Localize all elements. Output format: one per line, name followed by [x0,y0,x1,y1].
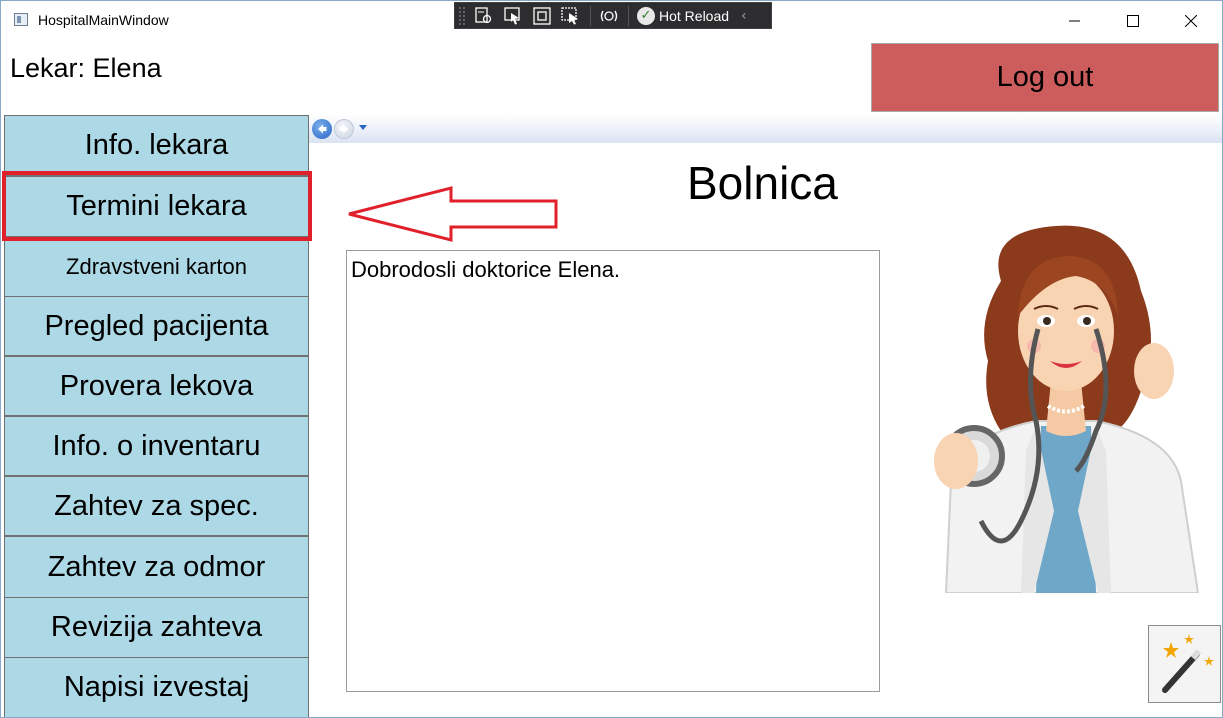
highlight-box [2,171,312,241]
toolbar-separator [628,5,629,26]
close-button[interactable] [1162,1,1220,41]
forward-button[interactable] [334,119,354,139]
frame-navigation-bar [309,115,1222,143]
app-window: HospitalMainWindow ✓ Hot Reload ‹ Lekar:… [0,0,1223,718]
nav-zahtev-spec-button[interactable]: Zahtev za spec. [4,476,309,536]
maximize-button[interactable] [1104,1,1162,41]
collapse-toolbar-icon[interactable]: ‹ [741,8,747,24]
select-element-icon[interactable] [502,6,524,26]
toolbar-grip[interactable] [458,5,466,26]
xaml-adorner-button[interactable] [1148,625,1221,703]
live-visual-tree-icon[interactable] [473,6,495,26]
toolbar-separator [590,5,591,26]
nav-info-lekara-button[interactable]: Info. lekara [4,115,309,176]
back-arrow-icon [318,124,327,134]
nav-zahtev-odmor-button[interactable]: Zahtev za odmor [4,536,309,598]
doctor-name-label: Lekar: Elena [10,53,162,83]
back-button[interactable] [312,119,332,139]
track-focus-icon[interactable] [560,6,582,26]
logout-button[interactable]: Log out [871,43,1219,112]
maximize-icon [1127,15,1139,27]
welcome-textbox[interactable]: Dobrodosli doktorice Elena. [346,250,880,692]
minimize-button[interactable] [1046,1,1104,41]
history-dropdown-icon[interactable] [359,125,367,130]
display-layout-adorners-icon[interactable] [531,6,553,26]
hot-reload-icon[interactable]: ✓ [637,6,655,25]
page-title: Bolnica [687,157,838,209]
window-title: HospitalMainWindow [38,12,169,28]
close-icon [1185,15,1197,27]
nav-napisi-izvestaj-button[interactable]: Napisi izvestaj [4,657,309,717]
app-icon [14,13,28,26]
annotation-arrow-icon [348,186,558,242]
nav-pregled-pacijenta-button[interactable]: Pregled pacijenta [4,296,309,356]
binding-failures-icon[interactable] [598,6,620,26]
welcome-text: Dobrodosli doktorice Elena. [351,257,621,282]
nav-revizija-zahteva-button[interactable]: Revizija zahteva [4,597,309,658]
nav-zdravstveni-karton-button[interactable]: Zdravstveni karton [4,237,309,297]
nav-info-inventaru-button[interactable]: Info. o inventaru [4,416,309,476]
nav-provera-lekova-button[interactable]: Provera lekova [4,356,309,416]
xaml-debug-toolbar: ✓ Hot Reload ‹ [454,2,772,29]
minimize-icon [1069,20,1080,22]
doctor-illustration [934,225,1200,593]
forward-arrow-icon [339,124,348,134]
magic-wand-icon [1162,634,1214,693]
hot-reload-label[interactable]: Hot Reload [659,8,729,24]
